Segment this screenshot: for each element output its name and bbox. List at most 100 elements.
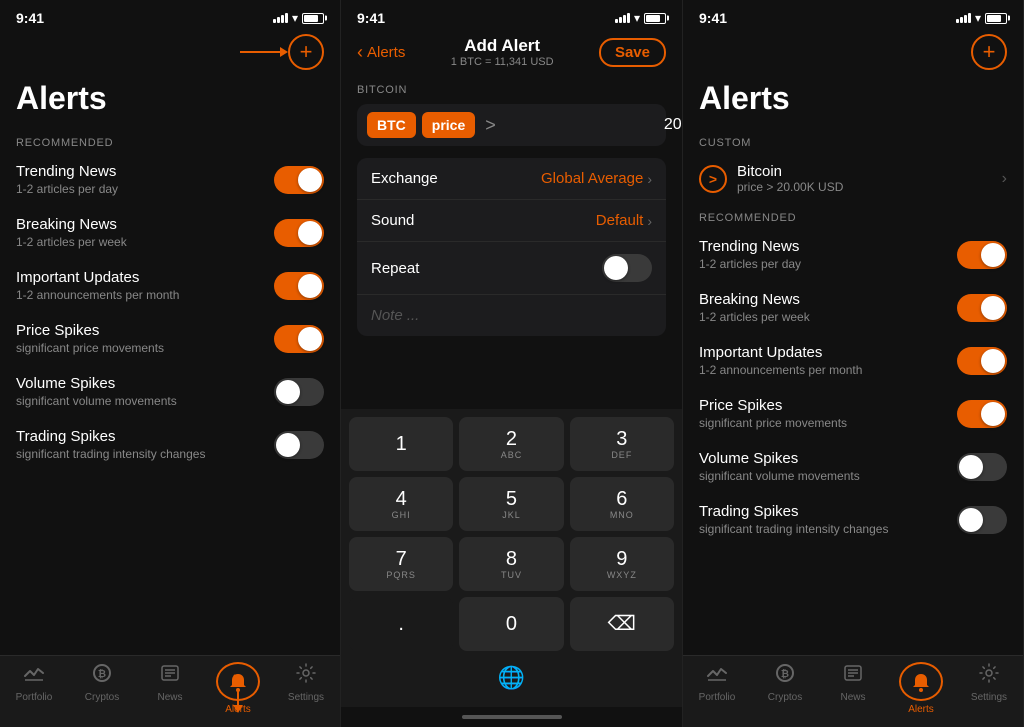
toggle-trending-3[interactable]: [957, 241, 1007, 269]
nav-label-portfolio-1: Portfolio: [16, 692, 53, 703]
repeat-row[interactable]: Repeat: [357, 242, 666, 295]
sound-row[interactable]: Sound Default ›: [357, 200, 666, 242]
list-item[interactable]: Important Updates 1-2 announcements per …: [0, 259, 340, 312]
nav-news-1[interactable]: News: [136, 662, 204, 715]
list-item[interactable]: Price Spikes significant price movements: [683, 387, 1023, 440]
globe-button[interactable]: 🌐: [349, 657, 674, 699]
toggle-price-3[interactable]: [957, 400, 1007, 428]
sound-label: Sound: [371, 212, 414, 229]
key-delete[interactable]: ⌫: [570, 597, 674, 651]
section-recommended-1: RECOMMENDED: [0, 129, 340, 153]
toggle-volume-3[interactable]: [957, 453, 1007, 481]
save-button[interactable]: Save: [599, 38, 666, 67]
toggle-trading-3[interactable]: [957, 506, 1007, 534]
exchange-row[interactable]: Exchange Global Average ›: [357, 158, 666, 200]
custom-bitcoin-item[interactable]: > Bitcoin price > 20.00K USD ›: [683, 153, 1023, 204]
wifi-icon-3: ▾: [975, 11, 981, 25]
panel3-header: +: [683, 32, 1023, 76]
alert-sub-breaking: 1-2 articles per week: [16, 235, 274, 249]
key-num-5: 5: [506, 488, 517, 510]
alert-name-trading: Trading Spikes: [16, 428, 274, 445]
key-0[interactable]: 0: [459, 597, 563, 651]
list-item[interactable]: Trending News 1-2 articles per day: [683, 228, 1023, 281]
back-button[interactable]: ‹ Alerts: [357, 42, 405, 63]
news-icon-1: [159, 662, 181, 689]
coin-pill[interactable]: BTC: [367, 112, 416, 138]
list-item[interactable]: Breaking News 1-2 articles per week: [0, 206, 340, 259]
price-input[interactable]: [506, 116, 683, 134]
list-item[interactable]: Trending News 1-2 articles per day: [0, 153, 340, 206]
note-placeholder[interactable]: Note ...: [371, 307, 652, 324]
add-alert-subtitle: 1 BTC = 11,341 USD: [405, 56, 599, 68]
nav-label-alerts-3: Alerts: [908, 704, 934, 715]
panel-alerts-custom: 9:41 ▾ + Alerts CUSTOM > Bitcoin price: [683, 0, 1024, 727]
keyboard-row-2: 4 GHI 5 JKL 6 MNO: [349, 477, 674, 531]
plus-icon-1: +: [300, 41, 313, 63]
note-row[interactable]: Note ...: [357, 295, 666, 336]
nav-arrow-down-1: [233, 689, 243, 713]
list-item[interactable]: Price Spikes significant price movements: [0, 312, 340, 365]
key-5[interactable]: 5 JKL: [459, 477, 563, 531]
key-3[interactable]: 3 DEF: [570, 417, 674, 471]
key-8[interactable]: 8 TUV: [459, 537, 563, 591]
key-6[interactable]: 6 MNO: [570, 477, 674, 531]
alert-sub-important: 1-2 announcements per month: [16, 288, 274, 302]
key-2[interactable]: 2 ABC: [459, 417, 563, 471]
toggle-breaking[interactable]: [274, 219, 324, 247]
list-item[interactable]: Trading Spikes significant trading inten…: [0, 418, 340, 471]
keyboard-row-3: 7 PQRS 8 TUV 9 WXYZ: [349, 537, 674, 591]
nav-label-cryptos-1: Cryptos: [85, 692, 119, 703]
toggle-volume[interactable]: [274, 378, 324, 406]
repeat-toggle[interactable]: [602, 254, 652, 282]
nav-portfolio-1[interactable]: Portfolio: [0, 662, 68, 715]
list-item[interactable]: Volume Spikes significant volume movemen…: [683, 440, 1023, 493]
key-7[interactable]: 7 PQRS: [349, 537, 453, 591]
back-label: Alerts: [367, 44, 405, 61]
list-item[interactable]: Volume Spikes significant volume movemen…: [0, 365, 340, 418]
condition-row: BTC price > USD: [357, 104, 666, 146]
key-letters-4: GHI: [392, 510, 411, 520]
nav-alerts-3[interactable]: Alerts: [887, 662, 955, 715]
toggle-important-3[interactable]: [957, 347, 1007, 375]
nav-cryptos-3[interactable]: ₿ Cryptos: [751, 662, 819, 715]
alert-name-breaking-3: Breaking News: [699, 291, 957, 308]
nav-settings-1[interactable]: Settings: [272, 662, 340, 715]
status-icons-1: ▾: [273, 11, 324, 25]
alert-sub-trending: 1-2 articles per day: [16, 182, 274, 196]
key-9[interactable]: 9 WXYZ: [570, 537, 674, 591]
key-dot[interactable]: .: [349, 597, 453, 651]
key-4[interactable]: 4 GHI: [349, 477, 453, 531]
toggle-trending[interactable]: [274, 166, 324, 194]
repeat-label: Repeat: [371, 260, 419, 277]
list-item[interactable]: Important Updates 1-2 announcements per …: [683, 334, 1023, 387]
add-alert-button[interactable]: +: [288, 34, 324, 70]
toggle-trading[interactable]: [274, 431, 324, 459]
add-alert-title: Add Alert: [405, 36, 599, 56]
list-item[interactable]: Breaking News 1-2 articles per week: [683, 281, 1023, 334]
list-item[interactable]: Trading Spikes significant trading inten…: [683, 493, 1023, 546]
alert-form: Exchange Global Average › Sound Default …: [357, 158, 666, 336]
key-letters-9: WXYZ: [607, 570, 637, 580]
toggle-price[interactable]: [274, 325, 324, 353]
page-title-1: Alerts: [0, 76, 340, 129]
nav-cryptos-1[interactable]: ₿ Cryptos: [68, 662, 136, 715]
sound-value: Default ›: [596, 212, 652, 229]
key-1[interactable]: 1: [349, 417, 453, 471]
add-alert-button-3[interactable]: +: [971, 34, 1007, 70]
status-time-3: 9:41: [699, 10, 727, 26]
toggle-breaking-3[interactable]: [957, 294, 1007, 322]
key-num-7: 7: [396, 548, 407, 570]
key-num-8: 8: [506, 548, 517, 570]
section-recommended-3: RECOMMENDED: [683, 204, 1023, 228]
toggle-important[interactable]: [274, 272, 324, 300]
alert-sub-trading-3: significant trading intensity changes: [699, 522, 957, 536]
alert-sub-volume-3: significant volume movements: [699, 469, 957, 483]
alert-name-volume-3: Volume Spikes: [699, 450, 957, 467]
nav-news-3[interactable]: News: [819, 662, 887, 715]
key-letters-6: MNO: [610, 510, 634, 520]
nav-settings-3[interactable]: Settings: [955, 662, 1023, 715]
key-letters-7: PQRS: [386, 570, 416, 580]
field-pill[interactable]: price: [422, 112, 475, 138]
nav-portfolio-3[interactable]: Portfolio: [683, 662, 751, 715]
nav-alerts-1[interactable]: Alerts: [204, 662, 272, 715]
